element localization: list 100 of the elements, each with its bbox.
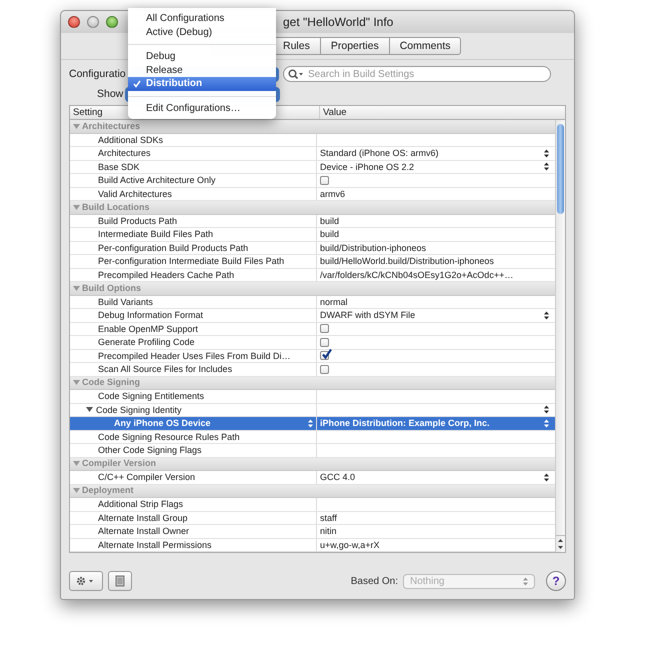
setting-name: Precompiled Header Uses Files From Build Di…: [98, 350, 292, 361]
setting-value: build: [320, 216, 340, 226]
setting-name: Code Signing Resource Rules Path: [98, 432, 241, 442]
setting-row[interactable]: Build Products Path build: [70, 214, 555, 228]
checkmark-icon: [133, 80, 141, 88]
close-button[interactable]: [68, 16, 80, 28]
column-header[interactable]: Value: [320, 106, 565, 119]
document-icon: [115, 575, 125, 587]
group-label: Architectures: [82, 120, 140, 132]
setting-name: Additional Strip Flags: [98, 499, 184, 510]
setting-row[interactable]: Debug Information Format DWARF with dSYM File: [70, 309, 555, 322]
setting-value: build/Distribution-iphoneos: [320, 242, 428, 253]
tab[interactable]: Comments: [390, 38, 460, 54]
menu-item[interactable]: Active (Debug): [128, 26, 276, 39]
checkbox[interactable]: [320, 176, 329, 185]
setting-name: Base SDK: [98, 162, 141, 172]
search-icon[interactable]: [288, 69, 304, 79]
setting-name: Per-configuration Intermediate Build Files Path: [98, 256, 286, 266]
setting-row[interactable]: Enable OpenMP Support: [70, 322, 555, 336]
action-button[interactable]: [69, 571, 103, 591]
setting-row[interactable]: Generate Profiling Code: [70, 336, 555, 350]
setting-row[interactable]: Per-configuration Intermediate Build Files Path build/HelloWorld.build/Distribution-iphoneos: [70, 255, 555, 268]
gear-icon: [76, 576, 96, 586]
setting-value: DWARF with dSYM File: [320, 310, 416, 320]
setting-row[interactable]: Build Variants normal: [70, 296, 555, 309]
group-label: Build Locations: [82, 200, 150, 214]
stepper-icon[interactable]: [544, 310, 549, 320]
setting-row[interactable]: Base SDK Device - iPhone OS 2.2: [70, 160, 555, 174]
group-label: Compiler Version: [82, 457, 156, 470]
setting-row[interactable]: Precompiled Header Uses Files From Build Di…: [70, 350, 555, 363]
disclosure-triangle-icon[interactable]: [86, 406, 93, 414]
setting-name: Build Active Architecture Only: [98, 175, 217, 186]
group-label: Deployment: [82, 484, 134, 497]
setting-row[interactable]: Additional SDKs: [70, 134, 555, 147]
setting-value: build/HelloWorld.build/Distribution-iphoneos: [320, 256, 495, 266]
configuration-label: Configuratio: [69, 68, 127, 80]
menu-item[interactable]: All Configurations: [128, 12, 276, 26]
scrollbar[interactable]: [555, 120, 565, 552]
setting-name: Debug Information Format: [98, 310, 204, 320]
setting-value: iPhone Distribution: Example Corp, Inc.: [320, 418, 491, 428]
menu-item[interactable]: Debug: [128, 50, 276, 64]
setting-value: build: [320, 229, 340, 240]
setting-row[interactable]: Additional Strip Flags: [70, 498, 555, 512]
setting-row[interactable]: Alternate Install Group staff: [70, 512, 555, 525]
setting-value: normal: [320, 296, 349, 307]
based-on-label: Based On:: [350, 576, 398, 586]
search-field[interactable]: Search in Build Settings: [283, 66, 551, 82]
setting-value: Standard (iPhone OS: armv6): [320, 148, 440, 158]
setting-value: Device - iPhone OS 2.2: [320, 162, 416, 172]
group-label: Build Options: [82, 282, 141, 295]
setting-row[interactable]: Build Active Architecture Only: [70, 174, 555, 188]
stepper-icon[interactable]: [544, 148, 549, 158]
setting-name: Per-configuration Build Products Path: [98, 242, 250, 253]
stepper-icon[interactable]: [544, 405, 549, 414]
setting-name: Any iPhone OS Device: [114, 418, 212, 428]
setting-row[interactable]: Intermediate Build Files Path build: [70, 228, 555, 242]
setting-name: Architectures: [98, 148, 152, 158]
checkbox[interactable]: [320, 324, 329, 334]
setting-row[interactable]: Per-configuration Build Products Path build/Distribution-iphoneos: [70, 242, 555, 255]
help-button[interactable]: ?: [546, 571, 566, 591]
minimize-button[interactable]: [87, 16, 99, 28]
stepper-icon: [523, 576, 528, 586]
setting-name: Other Code Signing Flags: [98, 445, 203, 456]
setting-name: Build Variants: [98, 296, 154, 307]
setting-name: Valid Architectures: [98, 188, 173, 199]
document-button[interactable]: [108, 571, 132, 591]
setting-name: Alternate Install Group: [98, 512, 189, 523]
tab[interactable]: Properties: [320, 38, 390, 54]
setting-row[interactable]: Alternate Install Permissions u+w,go-w,a+rX: [70, 538, 555, 552]
setting-name: Code Signing Entitlements: [98, 391, 206, 402]
scroll-thumb[interactable]: [557, 124, 564, 214]
setting-name: Alternate Install Owner: [98, 526, 190, 536]
setting-name: Build Products Path: [98, 216, 178, 226]
stepper-icon[interactable]: [544, 472, 549, 482]
setting-name: Additional SDKs: [98, 134, 164, 145]
setting-name: Alternate Install Permissions: [98, 540, 213, 550]
menu-item[interactable]: Release: [128, 64, 276, 77]
setting-value: GCC 4.0: [320, 472, 356, 482]
checkbox[interactable]: [320, 338, 329, 347]
setting-row[interactable]: Code Signing Entitlements: [70, 390, 555, 404]
setting-name: Precompiled Headers Cache Path: [98, 270, 236, 280]
checkbox[interactable]: [320, 364, 329, 374]
menu-item[interactable]: Edit Configurations…: [128, 102, 276, 115]
setting-value: armv6: [320, 188, 346, 199]
setting-row[interactable]: Alternate Install Owner nitin: [70, 525, 555, 538]
setting-value: nitin: [320, 526, 338, 536]
zoom-button[interactable]: [106, 16, 118, 28]
window-title: get "HelloWorld" Info: [283, 15, 394, 29]
menu-item[interactable]: Distribution: [128, 77, 276, 90]
setting-value: staff: [320, 512, 338, 523]
setting-row[interactable]: Code Signing Resource Rules Path: [70, 430, 555, 444]
setting-name: Generate Profiling Code: [98, 337, 196, 348]
setting-row[interactable]: Architectures Standard (iPhone OS: armv6): [70, 147, 555, 160]
setting-name: C/C++ Compiler Version: [98, 472, 196, 482]
stepper-icon[interactable]: [544, 162, 549, 172]
setting-value: /var/folders/kC/kCNb04sOEsy1G2o+AcOdc++…: [320, 270, 514, 280]
setting-name: Code Signing Identity: [96, 404, 183, 415]
group-label: Code Signing: [82, 376, 140, 389]
setting-name: Intermediate Build Files Path: [98, 229, 214, 240]
checkbox[interactable]: [320, 351, 329, 360]
